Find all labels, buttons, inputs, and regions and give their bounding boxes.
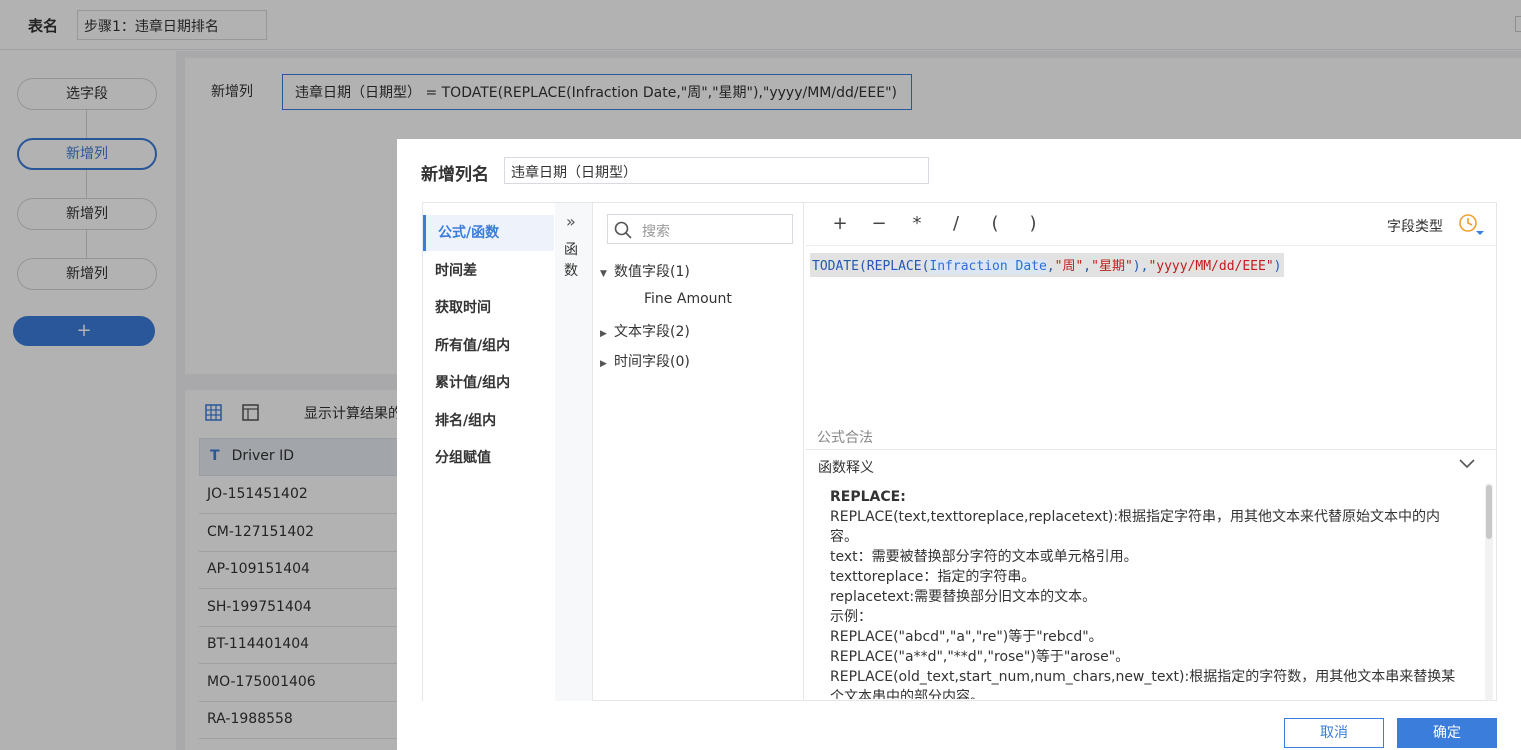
tree-time-label: 时间字段(0) xyxy=(614,354,690,370)
caret-right-icon: ▶ xyxy=(600,359,607,369)
tree-text-label: 文本字段(2) xyxy=(614,324,690,340)
category-get-time[interactable]: 获取时间 xyxy=(423,290,554,326)
code-string: "星期" xyxy=(1091,259,1133,274)
desc-line: REPLACE("a**d","**d","rose")等于"arose"。 xyxy=(830,649,1130,665)
function-toggle-label[interactable]: 函数 xyxy=(563,240,579,282)
category-formula-function[interactable]: 公式/函数 xyxy=(423,215,554,251)
field-search-input[interactable]: 搜索 xyxy=(607,214,793,244)
desc-line: texttoreplace：指定的字符串。 xyxy=(830,569,1036,585)
plus-operator-button[interactable]: + xyxy=(830,213,850,234)
code-string: "yyyy/MM/dd/EEE" xyxy=(1148,259,1274,274)
field-fine-amount[interactable]: Fine Amount xyxy=(644,291,732,307)
desc-line: 示例： xyxy=(830,609,872,625)
code-separator: , xyxy=(1083,259,1092,274)
field-type-label: 字段类型 xyxy=(1387,219,1443,235)
function-description-label: 函数释义 xyxy=(818,460,874,476)
multiply-operator-button[interactable]: * xyxy=(907,213,927,234)
desc-line: replacetext:需要替换部分旧文本的文本。 xyxy=(830,589,1097,605)
caret-down-icon: ▼ xyxy=(600,269,607,279)
chevron-down-icon[interactable] xyxy=(1458,456,1476,470)
category-time-diff[interactable]: 时间差 xyxy=(423,253,554,289)
function-description-header[interactable] xyxy=(806,449,1496,481)
formula-valid-status: 公式合法 xyxy=(817,430,873,446)
double-chevron-right-icon[interactable]: » xyxy=(566,212,576,231)
code-function: TODATE(REPLACE( xyxy=(812,259,930,274)
cancel-button[interactable]: 取消 xyxy=(1284,718,1384,748)
tree-time-fields[interactable]: ▶ 时间字段(0) xyxy=(600,351,690,371)
close-paren-button[interactable]: ) xyxy=(1023,213,1043,234)
caret-right-icon: ▶ xyxy=(600,329,607,339)
category-rank[interactable]: 排名/组内 xyxy=(423,403,554,439)
tree-text-fields[interactable]: ▶ 文本字段(2) xyxy=(600,321,690,341)
code-string: "周" xyxy=(1054,259,1084,274)
code-separator: , xyxy=(1046,259,1055,274)
divide-operator-button[interactable]: / xyxy=(946,213,966,234)
function-description-text: REPLACE: REPLACE(text,texttoreplace,repl… xyxy=(830,487,1460,699)
code-separator: ), xyxy=(1132,259,1149,274)
clock-date-type-icon[interactable] xyxy=(1458,213,1486,237)
open-paren-button[interactable]: ( xyxy=(985,213,1005,234)
code-field-reference: Infraction Date xyxy=(929,259,1047,274)
category-all-values[interactable]: 所有值/组内 xyxy=(423,328,554,364)
confirm-button[interactable]: 确定 xyxy=(1397,718,1497,748)
desc-line: REPLACE("abcd","a","re")等于"rebcd"。 xyxy=(830,629,1103,645)
scrollbar-thumb[interactable] xyxy=(1486,485,1492,539)
desc-title: REPLACE: xyxy=(830,489,906,505)
column-name-input[interactable]: 违章日期（日期型） xyxy=(504,157,929,184)
desc-line: REPLACE(text,texttoreplace,replacetext):… xyxy=(830,509,1441,545)
desc-line: text：需要被替换部分字符的文本或单元格引用。 xyxy=(830,549,1138,565)
dialog-title: 新增列名 xyxy=(421,165,489,185)
tree-numeric-label: 数值字段(1) xyxy=(614,264,690,280)
category-group-assign[interactable]: 分组赋值 xyxy=(423,440,554,476)
tree-numeric-fields[interactable]: ▼ 数值字段(1) xyxy=(600,261,690,281)
minus-operator-button[interactable]: − xyxy=(869,213,889,234)
desc-line: REPLACE(old_text,start_num,num_chars,new… xyxy=(830,669,1456,699)
code-close: ) xyxy=(1273,259,1282,274)
search-icon xyxy=(614,221,632,239)
category-cumulative[interactable]: 累计值/组内 xyxy=(423,365,554,401)
formula-editor[interactable]: TODATE(REPLACE(Infraction Date,"周","星期")… xyxy=(810,253,1284,277)
